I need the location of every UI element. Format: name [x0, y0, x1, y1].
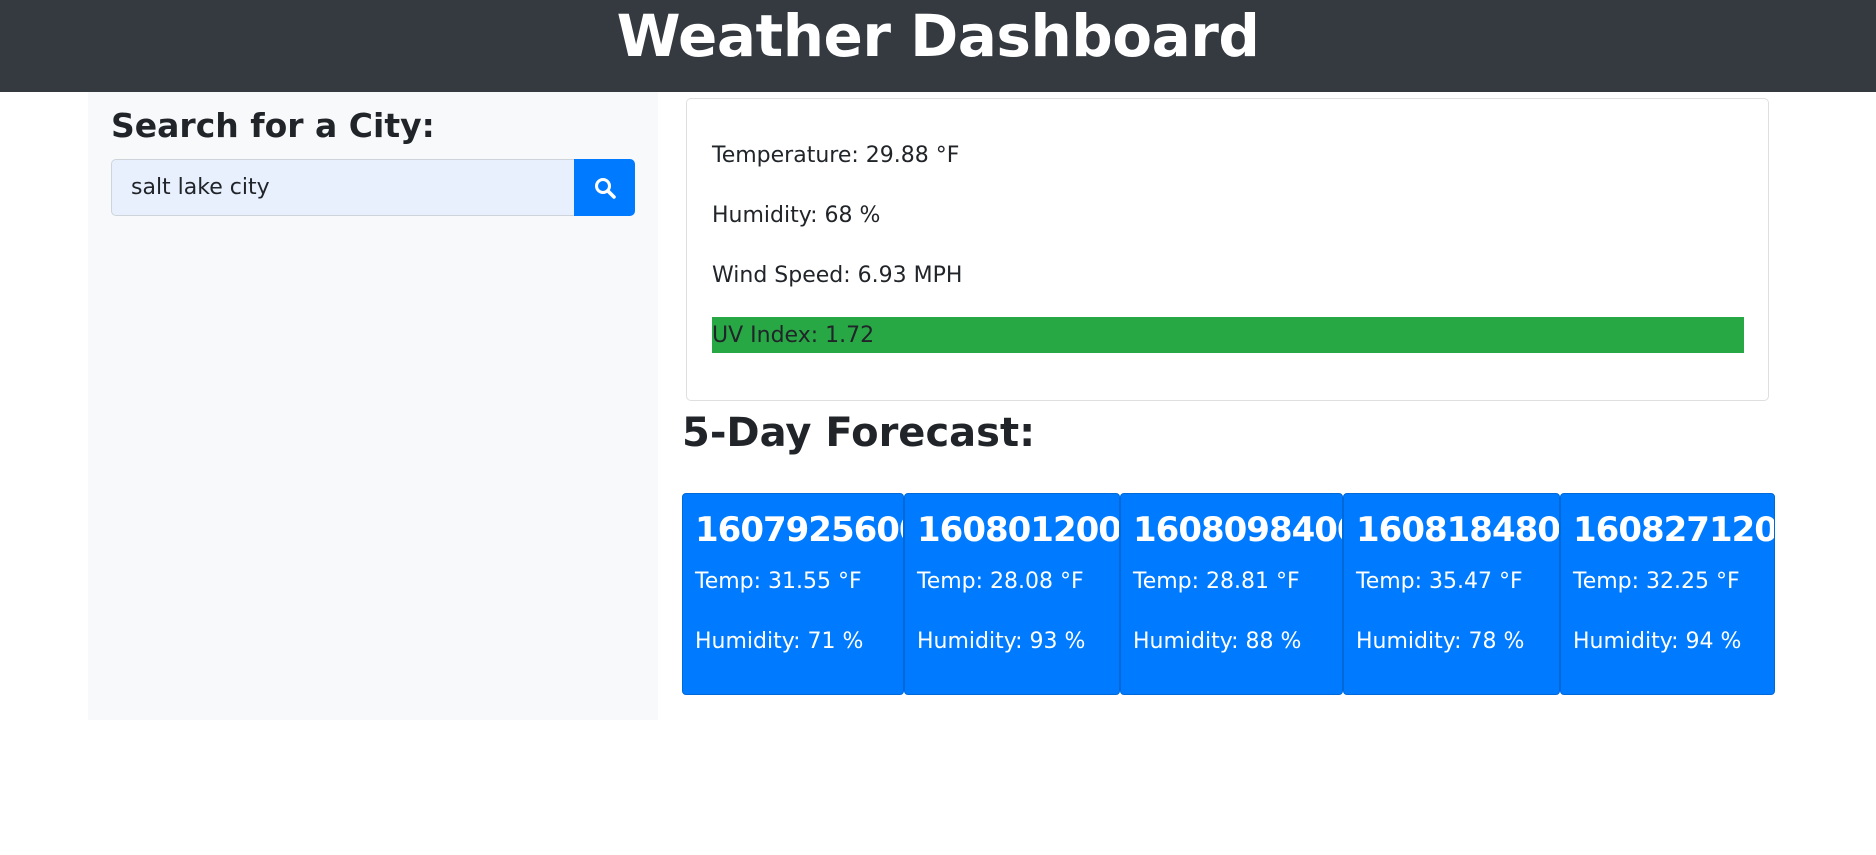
forecast-temp: Temp: 28.81 °F: [1133, 569, 1300, 594]
forecast-date: 1608271200: [1573, 510, 1775, 550]
forecast-humidity: Humidity: 88 %: [1133, 629, 1302, 654]
forecast-card: 1608271200 Temp: 32.25 °F Humidity: 94 %: [1560, 493, 1775, 695]
search-sidebar: Search for a City:: [88, 92, 658, 720]
current-humidity: Humidity: 68 %: [712, 203, 881, 228]
forecast-date: 1608184800: [1356, 510, 1560, 550]
forecast-humidity: Humidity: 93 %: [917, 629, 1086, 654]
forecast-humidity: Humidity: 78 %: [1356, 629, 1525, 654]
forecast-temp: Temp: 31.55 °F: [695, 569, 862, 594]
forecast-humidity: Humidity: 94 %: [1573, 629, 1742, 654]
forecast-date: 1607925600: [695, 510, 904, 550]
forecast-temp: Temp: 35.47 °F: [1356, 569, 1523, 594]
search-heading: Search for a City:: [111, 106, 435, 145]
search-group: [111, 159, 635, 216]
forecast-card: 1608184800 Temp: 35.47 °F Humidity: 78 %: [1343, 493, 1560, 695]
forecast-card: 1608012000 Temp: 28.08 °F Humidity: 93 %: [904, 493, 1120, 695]
forecast-date: 1608098400: [1133, 510, 1343, 550]
current-weather-card: Temperature: 29.88 °F Humidity: 68 % Win…: [686, 98, 1769, 401]
search-icon: [593, 176, 617, 200]
current-wind-speed: Wind Speed: 6.93 MPH: [712, 263, 963, 288]
header-bar: Weather Dashboard: [0, 0, 1876, 92]
current-temperature: Temperature: 29.88 °F: [712, 143, 960, 168]
uv-index-badge: UV Index: 1.72: [712, 317, 1744, 353]
page-title: Weather Dashboard: [616, 2, 1260, 70]
forecast-row: 1607925600 Temp: 31.55 °F Humidity: 71 %…: [682, 493, 1775, 695]
forecast-heading: 5-Day Forecast:: [682, 410, 1036, 456]
forecast-card: 1607925600 Temp: 31.55 °F Humidity: 71 %: [682, 493, 904, 695]
forecast-humidity: Humidity: 71 %: [695, 629, 864, 654]
forecast-temp: Temp: 28.08 °F: [917, 569, 1084, 594]
forecast-card: 1608098400 Temp: 28.81 °F Humidity: 88 %: [1120, 493, 1343, 695]
search-button[interactable]: [574, 159, 635, 216]
city-search-input[interactable]: [111, 159, 574, 216]
forecast-date: 1608012000: [917, 510, 1120, 550]
forecast-temp: Temp: 32.25 °F: [1573, 569, 1740, 594]
